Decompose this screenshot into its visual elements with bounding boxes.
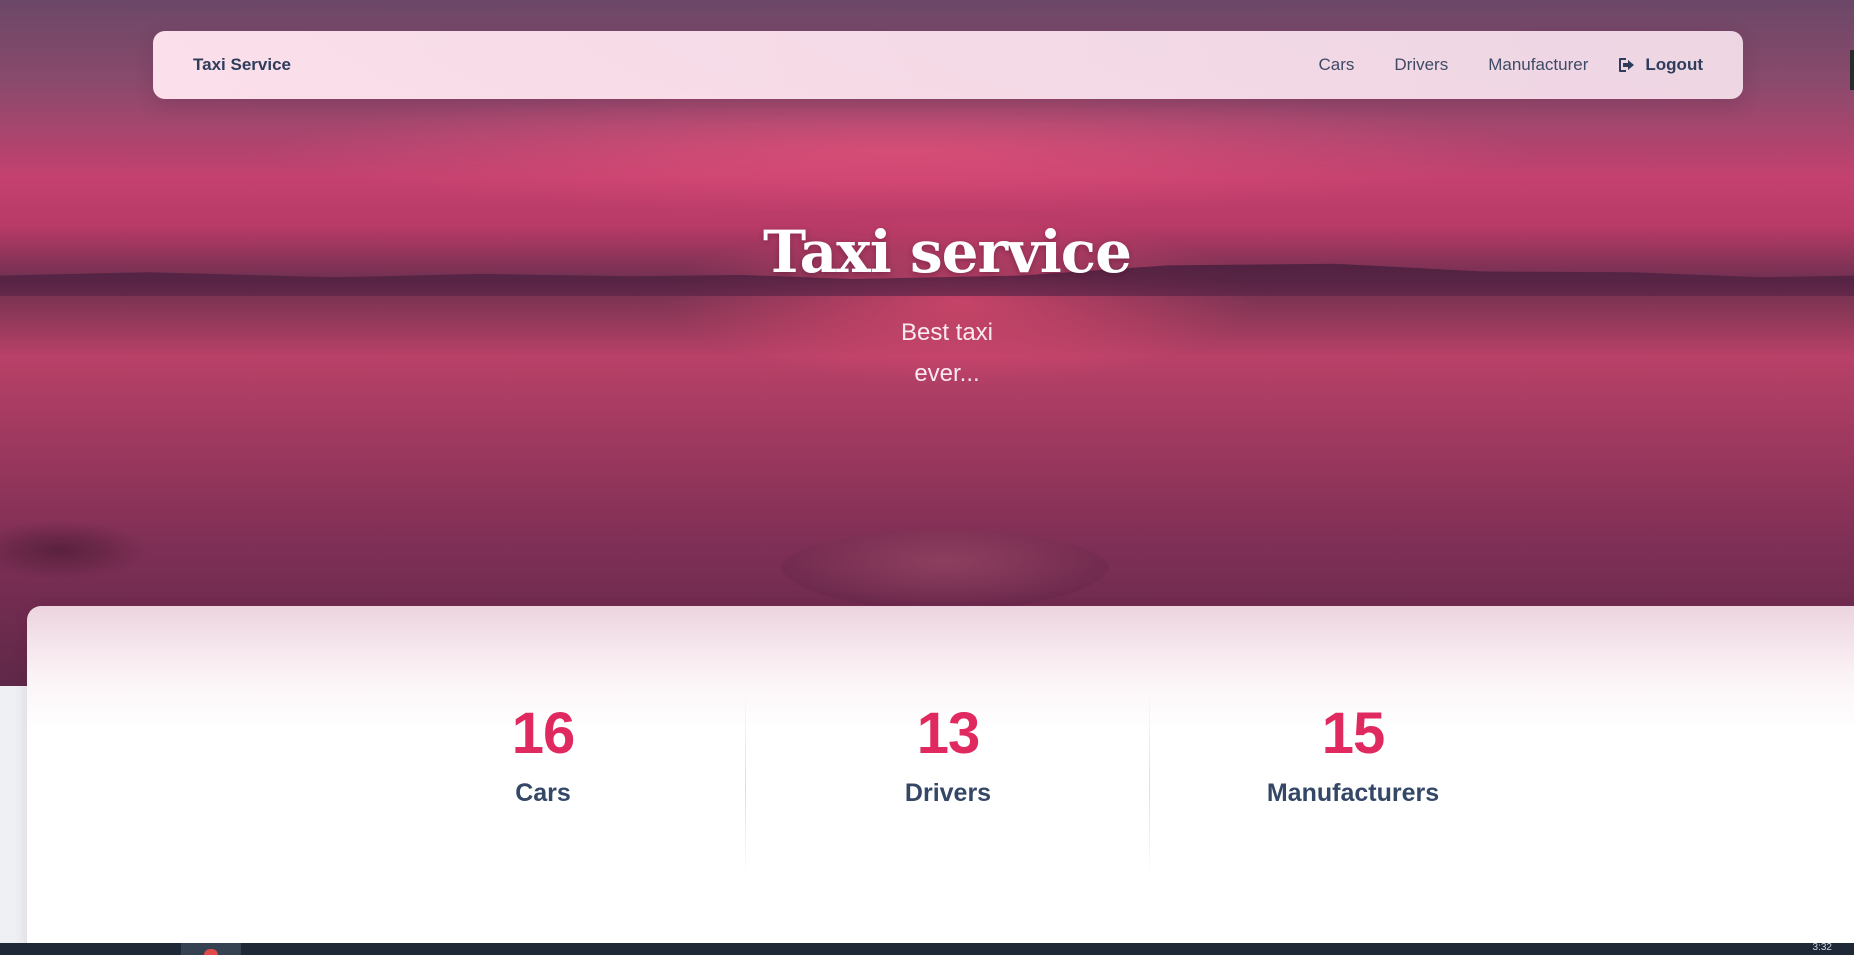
- stat-cars: 16 Cars: [341, 686, 745, 886]
- logout-label: Logout: [1645, 55, 1703, 74]
- os-taskbar: [0, 943, 1854, 955]
- stat-drivers: 13 Drivers: [746, 686, 1150, 886]
- hero-title: Taxi service: [762, 218, 1132, 286]
- stat-manufacturers: 15 Manufacturers: [1151, 686, 1555, 886]
- stat-label: Drivers: [904, 779, 992, 807]
- window-edge: [1850, 50, 1854, 90]
- sign-out-icon: [1619, 58, 1635, 72]
- top-navbar: Taxi Service Cars Drivers Manufacturer L…: [153, 31, 1743, 99]
- nav-link-drivers[interactable]: Drivers: [1394, 55, 1448, 75]
- stat-value: 15: [1321, 701, 1386, 766]
- brand-link[interactable]: Taxi Service: [193, 55, 291, 75]
- nav-links: Cars Drivers Manufacturer Logout: [1278, 55, 1703, 75]
- stat-value: 16: [511, 701, 576, 766]
- hero-background: Taxi service Best taxi ever...: [0, 0, 1854, 686]
- stat-divider: [1149, 690, 1150, 880]
- hero-subtitle-line-2: ever...: [914, 360, 980, 387]
- logout-link[interactable]: Logout: [1618, 55, 1703, 75]
- stat-label: Manufacturers: [1266, 779, 1440, 807]
- stat-label: Cars: [515, 779, 571, 807]
- hero-subtitle: Best taxi ever...: [897, 312, 997, 394]
- browser-icon: [204, 949, 218, 955]
- nav-link-manufacturer[interactable]: Manufacturer: [1488, 55, 1588, 75]
- rock-foreground: [780, 530, 1110, 610]
- nav-link-cars[interactable]: Cars: [1318, 55, 1354, 75]
- stat-value: 13: [916, 701, 981, 766]
- rock-left: [0, 520, 150, 580]
- taskbar-clock: 3:32: [1812, 942, 1832, 953]
- hero-subtitle-line-1: Best taxi: [900, 319, 994, 346]
- stats-card: 16 Cars 13 Drivers 15 Manufacturers: [27, 606, 1854, 955]
